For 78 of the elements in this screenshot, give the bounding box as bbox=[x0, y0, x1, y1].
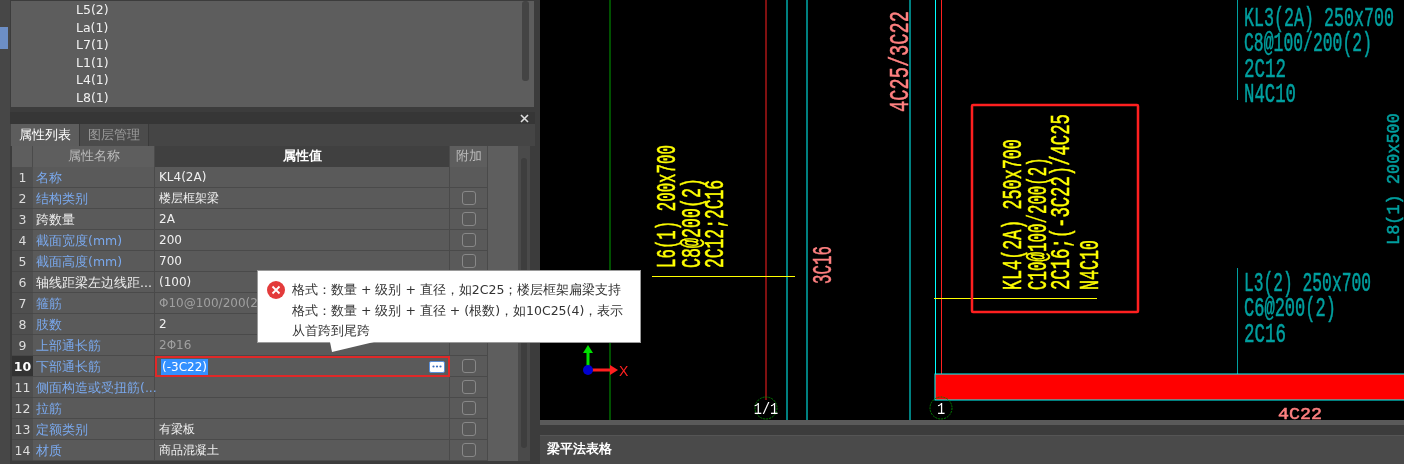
property-name: 上部通长筋 bbox=[33, 335, 155, 356]
property-name: 名称 bbox=[33, 167, 155, 188]
grid-bubble: 1 bbox=[929, 396, 953, 420]
beam-annotation: 4C25/3C22 bbox=[885, 11, 917, 112]
row-number: 11 bbox=[12, 377, 33, 398]
row-number: 6 bbox=[12, 272, 33, 293]
axis-label: X bbox=[619, 363, 629, 379]
axis-icon bbox=[583, 345, 618, 375]
column-header: 属性名称 bbox=[33, 146, 155, 167]
checkbox[interactable] bbox=[461, 359, 476, 373]
side-tab-marker[interactable] bbox=[0, 27, 8, 49]
row-number: 13 bbox=[12, 419, 33, 440]
close-icon[interactable] bbox=[520, 113, 529, 123]
horizontal-scrollbar[interactable] bbox=[540, 420, 1404, 425]
row-number: 14 bbox=[12, 440, 33, 461]
table-filler bbox=[488, 251, 518, 272]
property-value-field[interactable]: (-3C22) bbox=[155, 356, 450, 377]
table-filler bbox=[488, 146, 518, 167]
column-header: 附加 bbox=[450, 146, 488, 167]
row-number: 10 bbox=[12, 356, 33, 377]
beam-annotation: 4C22 bbox=[1278, 406, 1322, 420]
property-name: 截面宽度(mm) bbox=[33, 230, 155, 251]
property-value: 楼层框架梁 bbox=[155, 188, 450, 209]
checkbox[interactable] bbox=[461, 191, 476, 205]
panel-tab[interactable]: 属性列表 bbox=[11, 124, 80, 146]
selected-text: (-3C22) bbox=[161, 358, 208, 375]
checkbox[interactable] bbox=[461, 380, 476, 394]
row-number: 5 bbox=[12, 251, 33, 272]
property-name: 定额类别 bbox=[33, 419, 155, 440]
row-number: 1 bbox=[12, 167, 33, 188]
grid-bubble: 1/1 bbox=[753, 396, 779, 420]
property-name: 下部通长筋 bbox=[33, 356, 155, 377]
row-number: 7 bbox=[12, 293, 33, 314]
tree-item[interactable]: L7(1) bbox=[76, 36, 534, 54]
checkbox[interactable] bbox=[461, 254, 476, 268]
property-value: 有梁板 bbox=[155, 419, 450, 440]
checkbox[interactable] bbox=[461, 422, 476, 436]
row-number: 12 bbox=[12, 398, 33, 419]
property-name: 拉筋 bbox=[33, 398, 155, 419]
checkbox[interactable] bbox=[461, 212, 476, 226]
beam-annotation: L8(1) 200x500 bbox=[1383, 113, 1404, 245]
beam-annotation: 3C16 bbox=[809, 246, 840, 284]
tree-item[interactable]: La(1) bbox=[76, 18, 534, 36]
property-name: 箍筋 bbox=[33, 293, 155, 314]
property-name: 侧面构造或受扭筋(... bbox=[33, 377, 155, 398]
row-number: 3 bbox=[12, 209, 33, 230]
property-name: 结构类别 bbox=[33, 188, 155, 209]
row-number: 9 bbox=[12, 335, 33, 356]
error-icon bbox=[267, 281, 285, 299]
scrollbar-thumb[interactable] bbox=[522, 1, 529, 81]
property-value: 200 bbox=[155, 230, 450, 251]
beam-annotation: N4C10 bbox=[1075, 240, 1107, 290]
column-header: 属性值 bbox=[155, 146, 450, 167]
panel-title: 梁平法表格 bbox=[540, 435, 1404, 464]
row-number: 2 bbox=[12, 188, 33, 209]
checkbox[interactable] bbox=[461, 401, 476, 415]
checkbox[interactable] bbox=[461, 233, 476, 247]
property-name: 轴线距梁左边线距... bbox=[33, 272, 155, 293]
tree-item[interactable]: L4(1) bbox=[76, 71, 534, 89]
property-name: 肢数 bbox=[33, 314, 155, 335]
row-number: 8 bbox=[12, 314, 33, 335]
row-number: 4 bbox=[12, 230, 33, 251]
property-value: 商品混凝土 bbox=[155, 440, 450, 461]
tree-item[interactable]: L5(2) bbox=[76, 1, 534, 19]
header-corner bbox=[12, 146, 33, 167]
property-value: KL4(2A) bbox=[155, 167, 450, 188]
property-value: 2A bbox=[155, 209, 450, 230]
property-name: 跨数量 bbox=[33, 209, 155, 230]
checkbox[interactable] bbox=[461, 443, 476, 457]
beam-annotation: N4C10 bbox=[1244, 79, 1296, 111]
panel-tab[interactable]: 图层管理 bbox=[80, 124, 149, 146]
ellipsis-button[interactable] bbox=[429, 360, 445, 373]
property-name: 材质 bbox=[33, 440, 155, 461]
tree-item[interactable]: L1(1) bbox=[76, 53, 534, 71]
tree-item[interactable]: L8(1) bbox=[76, 88, 534, 106]
beam-annotation: 2C16 bbox=[1244, 319, 1286, 351]
property-name: 截面高度(mm) bbox=[33, 251, 155, 272]
more-icon bbox=[432, 365, 442, 368]
